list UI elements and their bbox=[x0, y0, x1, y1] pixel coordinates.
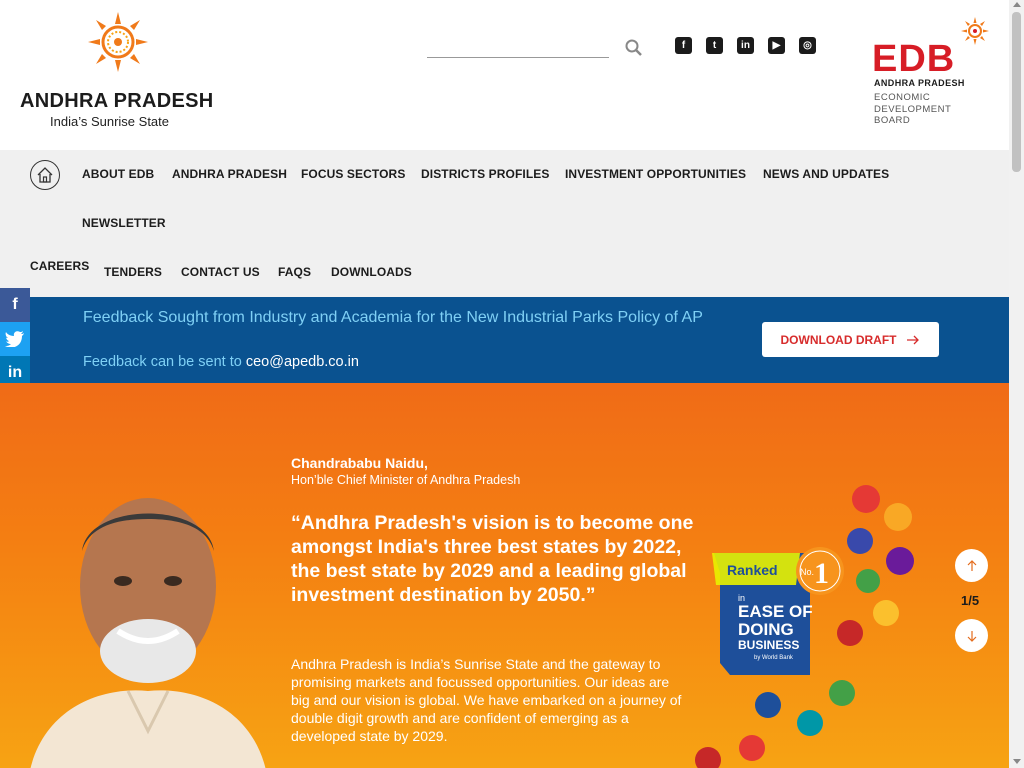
facebook-icon[interactable]: f bbox=[675, 37, 692, 54]
badge-by-text: by World Bank bbox=[754, 655, 794, 661]
hero-quote: “Andhra Pradesh's vision is to become on… bbox=[291, 512, 694, 606]
slide-counter: 1/5 bbox=[961, 593, 980, 608]
banner-title[interactable]: Feedback Sought from Industry and Academ… bbox=[83, 307, 743, 329]
scroll-down-arrow-icon[interactable] bbox=[1013, 759, 1021, 764]
page-scrollbar[interactable] bbox=[1009, 0, 1024, 768]
download-draft-button[interactable]: DOWNLOAD DRAFT bbox=[762, 322, 939, 357]
badge-rank-number: 1 bbox=[814, 557, 829, 590]
badge-line3: BUSINESS bbox=[738, 638, 799, 652]
nav-item-investment-opportunities[interactable]: INVESTMENT OPPORTUNITIES bbox=[565, 167, 746, 181]
nav-item-focus-sectors[interactable]: FOCUS SECTORS bbox=[301, 167, 405, 181]
nav-item-about-edb[interactable]: ABOUT EDB bbox=[82, 167, 154, 181]
announcement-banner: Feedback Sought from Industry and Academ… bbox=[0, 297, 1009, 383]
edb-logo-state: ANDHRA PRADESH bbox=[874, 78, 965, 88]
banner-feedback-text: Feedback can be sent to bbox=[83, 354, 242, 370]
banner-email-link[interactable]: ceo@apedb.co.in bbox=[246, 354, 359, 370]
site-tagline: India’s Sunrise State bbox=[50, 114, 169, 129]
site-header: ANDHRA PRADESH India’s Sunrise State f t… bbox=[0, 0, 1009, 150]
quote-author-role: Hon’ble Chief Minister of Andhra Pradesh bbox=[291, 473, 521, 487]
quote-author: Chandrababu Naidu, bbox=[291, 455, 428, 471]
instagram-icon[interactable]: ◎ bbox=[799, 37, 816, 54]
page: ANDHRA PRADESH India’s Sunrise State f t… bbox=[0, 0, 1024, 768]
search-icon[interactable] bbox=[624, 38, 644, 58]
home-icon bbox=[37, 167, 53, 183]
youtube-icon[interactable]: ▶ bbox=[768, 37, 785, 54]
ease-of-doing-business-badge: Ranked No. 1 in EASE OF DOING BUSINESS b… bbox=[695, 485, 914, 768]
banner-feedback: Feedback can be sent to ceo@apedb.co.in bbox=[83, 354, 359, 370]
chief-minister-portrait-image bbox=[30, 498, 266, 768]
edb-sun-icon bbox=[961, 17, 989, 45]
scroll-thumb[interactable] bbox=[1012, 12, 1021, 172]
hero-slider: Chandrababu Naidu, Hon’ble Chief Ministe… bbox=[0, 383, 1009, 768]
nav-item-careers[interactable]: CAREERS bbox=[30, 259, 89, 273]
main-nav: ABOUT EDB ANDHRA PRADESH FOCUS SECTORS D… bbox=[0, 150, 1009, 297]
side-facebook-icon[interactable]: f bbox=[0, 288, 30, 322]
arrow-down-icon bbox=[967, 630, 976, 642]
site-title[interactable]: ANDHRA PRADESH bbox=[20, 90, 213, 113]
badge-no-text: No. bbox=[800, 567, 814, 577]
side-twitter-icon[interactable] bbox=[0, 322, 30, 356]
linkedin-icon[interactable]: in bbox=[737, 37, 754, 54]
download-draft-label: DOWNLOAD DRAFT bbox=[780, 332, 897, 347]
badge-line1: EASE OF bbox=[738, 602, 813, 621]
nav-item-faqs[interactable]: FAQS bbox=[278, 265, 311, 279]
arrow-right-icon bbox=[907, 335, 920, 344]
nav-item-news-and-updates[interactable]: NEWS AND UPDATES bbox=[763, 167, 889, 181]
slider-prev-button[interactable] bbox=[955, 549, 988, 582]
badge-ranked-text: Ranked bbox=[727, 562, 778, 578]
home-button[interactable] bbox=[30, 160, 60, 190]
search-input[interactable] bbox=[427, 36, 609, 58]
sunrise-logo-icon[interactable] bbox=[86, 10, 150, 74]
arrow-up-icon bbox=[967, 559, 976, 571]
nav-item-contact-us[interactable]: CONTACT US bbox=[181, 265, 260, 279]
nav-item-newsletter[interactable]: NEWSLETTER bbox=[82, 216, 166, 230]
nav-item-districts-profiles[interactable]: DISTRICTS PROFILES bbox=[421, 167, 549, 181]
edb-logo-subtitle: ECONOMIC DEVELOPMENT BOARD bbox=[874, 92, 952, 126]
slider-next-button[interactable] bbox=[955, 619, 988, 652]
nav-item-andhra-pradesh[interactable]: ANDHRA PRADESH bbox=[172, 167, 287, 181]
edb-logo[interactable]: EDB ANDHRA PRADESH ECONOMIC DEVELOPMENT … bbox=[872, 16, 992, 128]
scroll-up-arrow-icon[interactable] bbox=[1013, 2, 1021, 7]
edb-logo-text: EDB bbox=[872, 38, 956, 80]
nav-item-downloads[interactable]: DOWNLOADS bbox=[331, 265, 412, 279]
nav-item-tenders[interactable]: TENDERS bbox=[104, 265, 162, 279]
hero-description: Andhra Pradesh is India’s Sunrise State … bbox=[291, 656, 682, 744]
header-social-links: f t in ▶ ◎ bbox=[675, 37, 816, 54]
twitter-icon[interactable]: t bbox=[706, 37, 723, 54]
badge-line2: DOING bbox=[738, 620, 794, 639]
